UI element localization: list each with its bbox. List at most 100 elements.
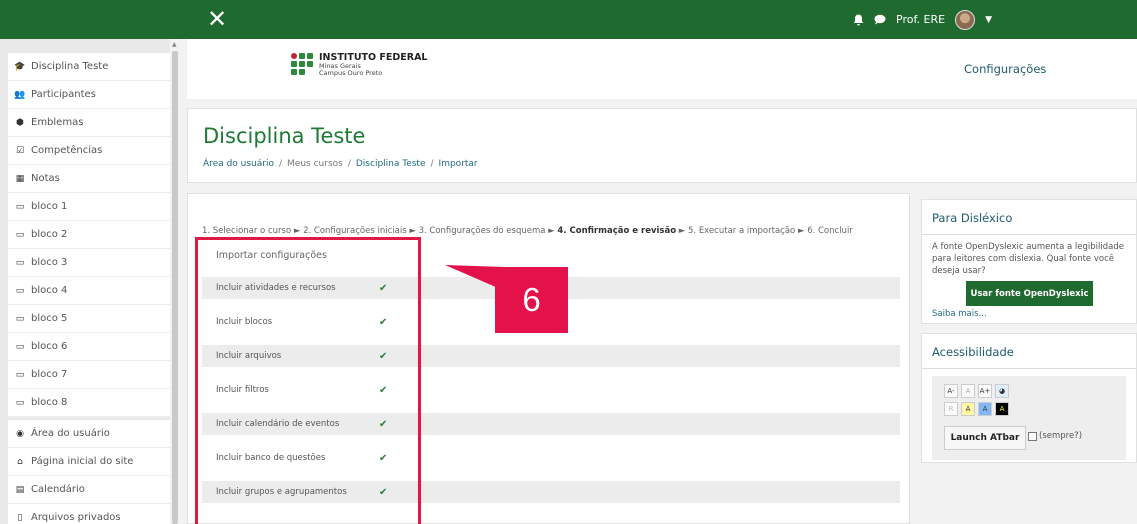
graduation-cap-icon: 🎓 — [14, 61, 26, 72]
sidebar-item-label: Competências — [31, 145, 103, 156]
file-icon: ▯ — [17, 512, 23, 523]
check-square-icon: ☑ — [15, 145, 25, 156]
divider — [922, 368, 1136, 369]
breadcrumb-separator: / — [347, 159, 351, 169]
sidebar-item[interactable]: ▤ Calendário — [8, 476, 170, 504]
logo-subtitle-campus: Campus Ouro Preto — [319, 69, 383, 77]
sidebar-item[interactable]: ▭ bloco 2 — [8, 221, 170, 249]
always-option: (sempre?) — [1028, 431, 1082, 441]
sidebar-item-label: Emblemas — [31, 117, 84, 128]
sidebar-item[interactable]: ▭ bloco 4 — [8, 277, 170, 305]
atbar-contrast-row: R A A A — [944, 402, 1009, 416]
breadcrumb-dashboard[interactable]: Área do usuário — [203, 159, 274, 169]
avatar[interactable] — [955, 9, 976, 30]
breadcrumb-my-courses[interactable]: Meus cursos — [287, 159, 343, 169]
steps-before: 1. Selecionar o curso ► 2. Configurações… — [202, 226, 558, 236]
font-reset-button[interactable]: A — [961, 384, 975, 398]
sidebar-item[interactable]: ⬢ Emblemas — [8, 109, 170, 137]
sidebar-item-label: Disciplina Teste — [31, 61, 109, 72]
chat-bubble-icon[interactable] — [874, 14, 886, 25]
sidebar-item-label: Página inicial do site — [31, 456, 134, 467]
always-label: (sempre?) — [1039, 431, 1083, 441]
calendar-icon: ▤ — [15, 484, 25, 495]
sidebar-item[interactable]: ▭ bloco 7 — [8, 361, 170, 389]
caret-down-icon[interactable]: ▼ — [985, 15, 992, 25]
sidebar-item[interactable]: ◉ Área do usuário — [8, 420, 170, 448]
sidebar-item[interactable]: ▭ bloco 6 — [8, 333, 170, 361]
sidebar-item[interactable]: ▦ Notas — [8, 165, 170, 193]
folder-icon: ▭ — [15, 397, 25, 408]
step-current: 4. Confirmação e revisão — [557, 226, 677, 236]
sidebar-item-label: bloco 6 — [31, 341, 68, 352]
contrast-blue-button[interactable]: A — [978, 402, 992, 416]
folder-icon: ▭ — [15, 285, 25, 296]
learn-more-link[interactable]: Saiba mais... — [922, 306, 1136, 319]
sidebar-item-label: Participantes — [31, 89, 96, 100]
launch-atbar-button[interactable]: Launch ATbar — [944, 426, 1026, 450]
sidebar-item[interactable]: ▭ bloco 8 — [8, 389, 170, 417]
institution-logo[interactable]: INSTITUTO FEDERAL Minas Gerais Campus Ou… — [291, 53, 427, 77]
contrast-reset-button[interactable]: R — [944, 402, 958, 416]
bell-icon[interactable] — [853, 14, 864, 26]
scroll-up-arrow-icon[interactable]: ▲ — [172, 41, 177, 48]
sidebar-item-label: bloco 3 — [31, 257, 68, 268]
annotation-number: 6 — [495, 267, 568, 333]
dashboard-icon: ◉ — [16, 428, 24, 439]
sidebar-item-label: Arquivos privados — [31, 512, 121, 523]
font-increase-button[interactable]: A+ — [978, 384, 992, 398]
user-name[interactable]: Prof. ERE — [896, 13, 945, 26]
contrast-yellow-button[interactable]: A — [961, 402, 975, 416]
sidebar-item-label: bloco 2 — [31, 229, 68, 240]
page-header: Disciplina Teste Área do usuário / Meus … — [187, 108, 1137, 183]
accessibility-title: Acessibilidade — [932, 345, 1014, 359]
sidebar-item-label: bloco 8 — [31, 397, 68, 408]
folder-icon: ▭ — [15, 341, 25, 352]
close-icon[interactable]: ✕ — [207, 6, 227, 32]
dyslexic-block: Para Disléxico A fonte OpenDyslexic aume… — [921, 199, 1137, 324]
breadcrumb-course[interactable]: Disciplina Teste — [356, 159, 426, 169]
sidebar-item-label: bloco 1 — [31, 201, 68, 212]
sidebar-item[interactable]: ▯ Arquivos privados — [8, 504, 170, 524]
users-icon: 👥 — [14, 89, 26, 100]
breadcrumb-separator: / — [430, 159, 434, 169]
sidebar-item[interactable]: ▭ bloco 1 — [8, 193, 170, 221]
font-decrease-button[interactable]: A- — [944, 384, 958, 398]
sidebar-item[interactable]: ▭ bloco 3 — [8, 249, 170, 277]
logo-mark-icon — [291, 53, 313, 75]
sidebar-item-label: Notas — [31, 173, 60, 184]
sidebar-item[interactable]: 👥 Participantes — [8, 81, 170, 109]
use-opendyslexic-button[interactable]: Usar fonte OpenDyslexic — [966, 281, 1093, 306]
folder-icon: ▭ — [15, 201, 25, 212]
folder-icon: ▭ — [15, 257, 25, 268]
sidebar-scrollbar-thumb[interactable] — [172, 51, 178, 524]
sidebar-item-label: bloco 4 — [31, 285, 68, 296]
breadcrumb-import[interactable]: Importar — [439, 159, 478, 169]
breadcrumb: Área do usuário / Meus cursos / Discipli… — [203, 159, 478, 169]
dyslexic-title: Para Disléxico — [932, 211, 1013, 225]
folder-icon: ▭ — [15, 369, 25, 380]
sidebar-item[interactable]: ☑ Competências — [8, 137, 170, 165]
accessibility-block: Acessibilidade A- A A+ ◕ R A A A Launch … — [921, 333, 1137, 463]
import-progress-steps: 1. Selecionar o curso ► 2. Configurações… — [202, 226, 853, 236]
sidebar-item-label: Área do usuário — [31, 428, 110, 439]
sidebar-course-group: 🎓 Disciplina Teste 👥 Participantes ⬢ Emblemas… — [8, 53, 170, 417]
settings-link[interactable]: Configurações — [964, 62, 1046, 76]
sidebar-item[interactable]: 🎓 Disciplina Teste — [8, 53, 170, 81]
sidebar: 🎓 Disciplina Teste 👥 Participantes ⬢ Emblemas… — [0, 39, 170, 524]
always-checkbox[interactable] — [1028, 431, 1037, 441]
annotation-highlight-box — [195, 237, 421, 524]
folder-icon: ▭ — [15, 229, 25, 240]
sidebar-item[interactable]: ▭ bloco 5 — [8, 305, 170, 333]
top-navbar: ✕ Prof. ERE ▼ — [0, 0, 1137, 39]
page-title: Disciplina Teste — [203, 124, 366, 148]
steps-after: ► 5. Executar a importação ► 6. Concluir — [676, 226, 853, 236]
contrast-black-button[interactable]: A — [995, 402, 1009, 416]
atbar-font-size-row: A- A A+ ◕ — [944, 384, 1009, 398]
sidebar-item-label: bloco 5 — [31, 313, 68, 324]
user-menu-area: Prof. ERE ▼ — [853, 0, 992, 39]
home-icon: ⌂ — [17, 456, 23, 467]
speech-icon[interactable]: ◕ — [995, 384, 1009, 398]
sidebar-item[interactable]: ⌂ Página inicial do site — [8, 448, 170, 476]
atbar-panel: A- A A+ ◕ R A A A Launch ATbar (sempre?) — [932, 376, 1126, 460]
sidebar-item-label: Calendário — [31, 484, 85, 495]
